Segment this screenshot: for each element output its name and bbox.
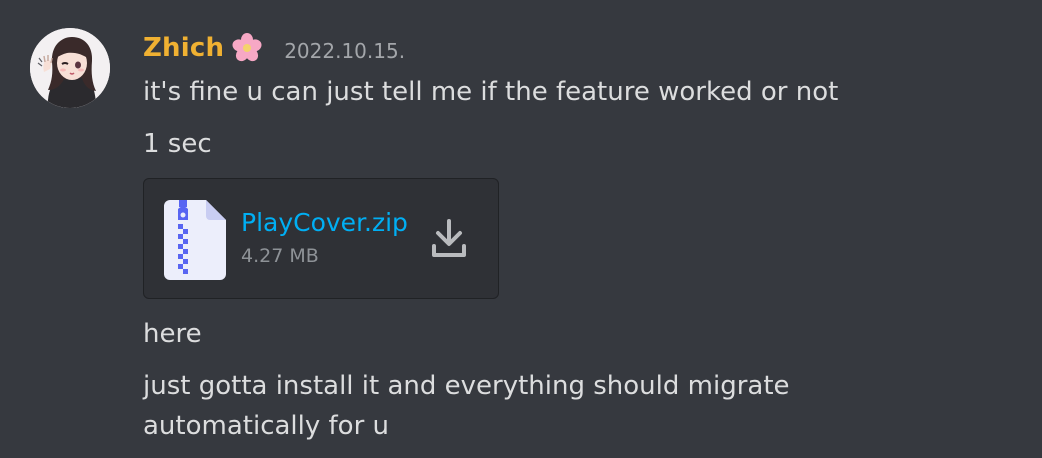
anime-avatar-icon xyxy=(30,28,110,108)
flower-emoji-icon xyxy=(232,33,262,63)
message-text: it's fine u can just tell me if the feat… xyxy=(143,77,839,107)
message-text: here xyxy=(143,319,202,349)
message-timestamp[interactable]: 2022.10.15. xyxy=(284,39,405,63)
message-line: automatically for u xyxy=(143,411,390,441)
username[interactable]: Zhich xyxy=(143,33,224,63)
message-header: Zhich 2022.10.15. xyxy=(143,28,405,68)
file-attachment[interactable]: PlayCover.zip 4.27 MB xyxy=(143,178,499,299)
message-line: just gotta install it and everything sho… xyxy=(143,371,790,401)
message-text-multiline: just gotta install it and everything sho… xyxy=(143,366,790,446)
user-avatar[interactable] xyxy=(30,28,110,108)
message-group: Zhich 2022.10.15. it's fine u can just t… xyxy=(0,0,1042,458)
file-size: 4.27 MB xyxy=(241,245,319,267)
file-name-link[interactable]: PlayCover.zip xyxy=(241,206,408,240)
message-text: 1 sec xyxy=(143,129,212,159)
download-icon[interactable] xyxy=(430,218,468,260)
zip-file-icon xyxy=(164,200,226,280)
